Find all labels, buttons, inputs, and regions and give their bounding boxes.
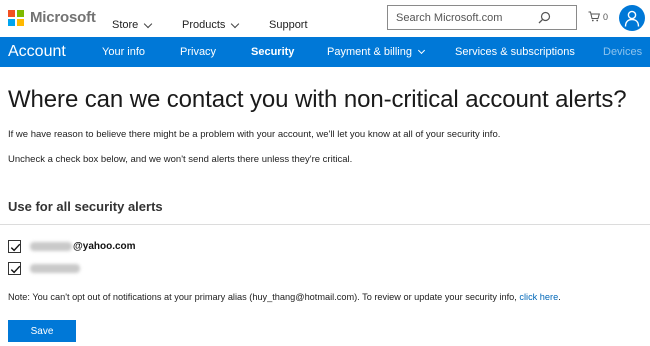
tab-payment-billing-label: Payment & billing (327, 46, 412, 58)
microsoft-logo[interactable]: Microsoft (8, 9, 96, 26)
note-prefix: Note: You can't opt out of notifications… (8, 292, 517, 302)
cart-icon (588, 11, 600, 22)
cart-button[interactable]: 0 (588, 11, 608, 22)
page: Microsoft Store Products Support Search … (0, 0, 650, 346)
click-here-link[interactable]: click here (519, 292, 558, 302)
search-input[interactable] (388, 10, 548, 25)
contact-checkbox-phone[interactable] (8, 262, 21, 275)
nav-store[interactable]: Store (112, 19, 153, 31)
chevron-down-icon (144, 19, 153, 28)
tab-your-info[interactable]: Your info (102, 37, 145, 67)
tab-devices[interactable]: Devices (603, 37, 642, 67)
cart-count: 0 (603, 11, 609, 22)
checkmark-icon (10, 243, 21, 252)
contact-row-phone (8, 262, 80, 275)
note-text: Note: You can't opt out of notifications… (8, 292, 561, 302)
search-box (387, 5, 577, 30)
page-title: Where can we contact you with non-critic… (8, 86, 627, 113)
instruction-text: Uncheck a check box below, and we won't … (8, 154, 353, 165)
nav-products-label: Products (182, 19, 226, 31)
top-header: Microsoft Store Products Support Search … (0, 0, 650, 37)
intro-text: If we have reason to believe there might… (8, 129, 501, 140)
nav-support[interactable]: Support (269, 19, 308, 31)
chevron-down-icon (231, 19, 240, 28)
brand-name: Microsoft (30, 9, 96, 26)
account-nav: Account Your info Privacy Security Payme… (0, 37, 650, 67)
redacted-email (30, 242, 72, 251)
save-button[interactable]: Save (8, 320, 76, 342)
contact-checkbox-yahoo[interactable] (8, 240, 21, 253)
note-suffix: . (558, 292, 561, 302)
tab-privacy[interactable]: Privacy (180, 37, 216, 67)
redacted-contact (30, 264, 80, 273)
contact-email-label: @yahoo.com (73, 241, 136, 252)
tab-services-subscriptions[interactable]: Services & subscriptions (455, 37, 575, 67)
avatar[interactable] (619, 5, 645, 31)
search-icon[interactable] (537, 11, 551, 25)
nav-support-label: Support (269, 19, 308, 31)
chevron-down-icon (417, 46, 426, 55)
section-title: Use for all security alerts (8, 199, 163, 214)
user-icon (624, 10, 640, 27)
contact-row-yahoo: @yahoo.com (8, 240, 136, 253)
nav-products[interactable]: Products (182, 19, 240, 31)
microsoft-logo-icon (8, 9, 24, 26)
checkmark-icon (10, 265, 21, 274)
account-nav-title[interactable]: Account (8, 37, 66, 67)
nav-store-label: Store (112, 19, 139, 31)
tab-payment-billing[interactable]: Payment & billing (327, 37, 426, 67)
divider (0, 224, 650, 225)
tab-security[interactable]: Security (251, 37, 294, 67)
